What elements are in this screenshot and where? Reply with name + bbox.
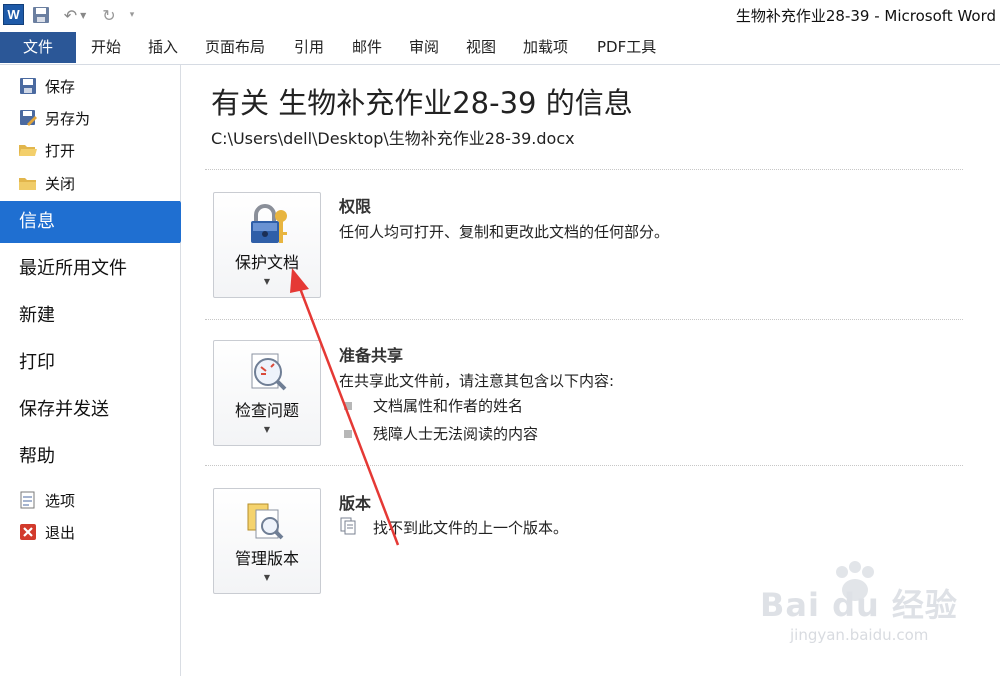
save-as-command[interactable]: 另存为 [18,105,90,131]
exit-command[interactable]: 退出 [18,519,75,545]
versions-text: 找不到此文件的上一个版本。 [373,519,569,537]
exit-icon [20,524,36,540]
tab-review[interactable]: 审阅 [409,32,439,63]
section-divider [205,319,963,320]
open-command[interactable]: 打开 [18,137,75,163]
bullet-icon [344,402,352,410]
versions-heading: 版本 [339,494,372,513]
save-icon [20,78,36,94]
save-as-command-label: 另存为 [45,109,91,128]
open-folder-icon [19,145,37,156]
manage-versions-icon [247,503,284,540]
tab-references[interactable]: 引用 [294,32,324,63]
chevron-down-icon: ▼ [263,277,271,286]
watermark-url: jingyan.baidu.com [790,626,929,644]
open-command-label: 打开 [45,141,76,160]
check-for-issues-button[interactable]: 检查问题 ▼ [213,340,321,446]
prepare-text: 在共享此文件前，请注意其包含以下内容: [339,372,615,390]
tab-view[interactable]: 视图 [466,32,496,63]
save-icon [33,7,49,23]
nav-tab-new[interactable]: 新建 [0,295,180,337]
section-divider [205,465,963,466]
redo-button[interactable]: ↻ [98,3,120,27]
prepare-heading: 准备共享 [339,346,404,365]
nav-tab-print[interactable]: 打印 [0,342,180,384]
options-icon [20,491,35,509]
protect-document-label: 保护文档 [234,253,299,272]
check-for-issues-label: 检查问题 [234,401,299,420]
chevron-down-icon: ▼ [263,573,271,582]
close-command[interactable]: 关闭 [18,170,75,196]
tab-pdf-tools[interactable]: PDF工具 [597,32,656,63]
page-title: 有关 生物补充作业28-39 的信息 [211,86,633,120]
watermark-brand: Bai du 经验 [760,586,958,624]
permissions-heading: 权限 [339,197,372,216]
permissions-text: 任何人均可打开、复制和更改此文档的任何部分。 [339,223,670,241]
list-item: 残障人士无法阅读的内容 [373,425,539,443]
manage-versions-label: 管理版本 [234,549,299,568]
title-bar: W ↶ ▼ ↻ ▾ 生物补充作业28-39 - Microsoft Word [0,0,1000,32]
inspect-document-icon [251,353,287,391]
nav-tab-save-send[interactable]: 保存并发送 [0,389,180,431]
tab-insert[interactable]: 插入 [148,32,178,63]
nav-tab-info[interactable]: 信息 [0,201,192,243]
document-version-icon [340,517,356,535]
nav-tab-info-label: 信息 [19,211,55,232]
nav-tab-help[interactable]: 帮助 [0,436,180,478]
save-command[interactable]: 保存 [18,73,75,99]
redo-icon: ↻ [102,5,116,25]
options-command[interactable]: 选项 [18,487,75,513]
manage-versions-button[interactable]: 管理版本 ▼ [213,488,321,594]
list-item: 文档属性和作者的姓名 [373,397,524,415]
close-folder-icon [19,178,36,190]
backstage-nav: 保存 另存为 打开 关闭 信息 最近所用文件 新建 打印 保存并发送 帮助 选项… [0,65,192,676]
ribbon-tab-bar: 文件 开始 插入 页面布局 引用 邮件 审阅 视图 加载项 PDF工具 [0,32,1000,65]
word-logo-icon[interactable]: W [3,4,24,25]
section-divider [205,169,963,170]
file-path: C:\Users\dell\Desktop\生物补充作业28-39.docx [211,129,575,148]
chevron-down-icon: ▼ [263,425,271,434]
window-title: 生物补充作业28-39 - Microsoft Word [735,7,996,25]
undo-icon: ↶ [63,5,78,25]
protect-document-button[interactable]: 保护文档 ▼ [213,192,321,298]
tab-home[interactable]: 开始 [91,32,121,63]
undo-button[interactable]: ↶ ▼ [58,3,92,27]
exit-command-label: 退出 [45,523,76,542]
watermark: Bai du 经验 jingyan.baidu.com [760,560,1000,676]
tab-add-ins[interactable]: 加载项 [523,32,568,63]
tab-file[interactable]: 文件 [0,32,76,63]
close-command-label: 关闭 [45,174,76,193]
save-command-label: 保存 [45,77,76,96]
options-command-label: 选项 [45,491,76,510]
tab-mailings[interactable]: 邮件 [352,32,382,63]
bullet-icon [344,430,352,438]
nav-tab-recent[interactable]: 最近所用文件 [0,248,180,290]
lock-key-icon [251,204,287,243]
customize-quick-access-button[interactable]: ▾ [126,3,138,27]
save-as-icon [20,110,37,126]
chevron-down-icon: ▾ [129,10,135,20]
tab-page-layout[interactable]: 页面布局 [205,32,265,63]
undo-dropdown-icon[interactable]: ▼ [80,11,86,20]
quick-save-button[interactable] [30,3,52,27]
